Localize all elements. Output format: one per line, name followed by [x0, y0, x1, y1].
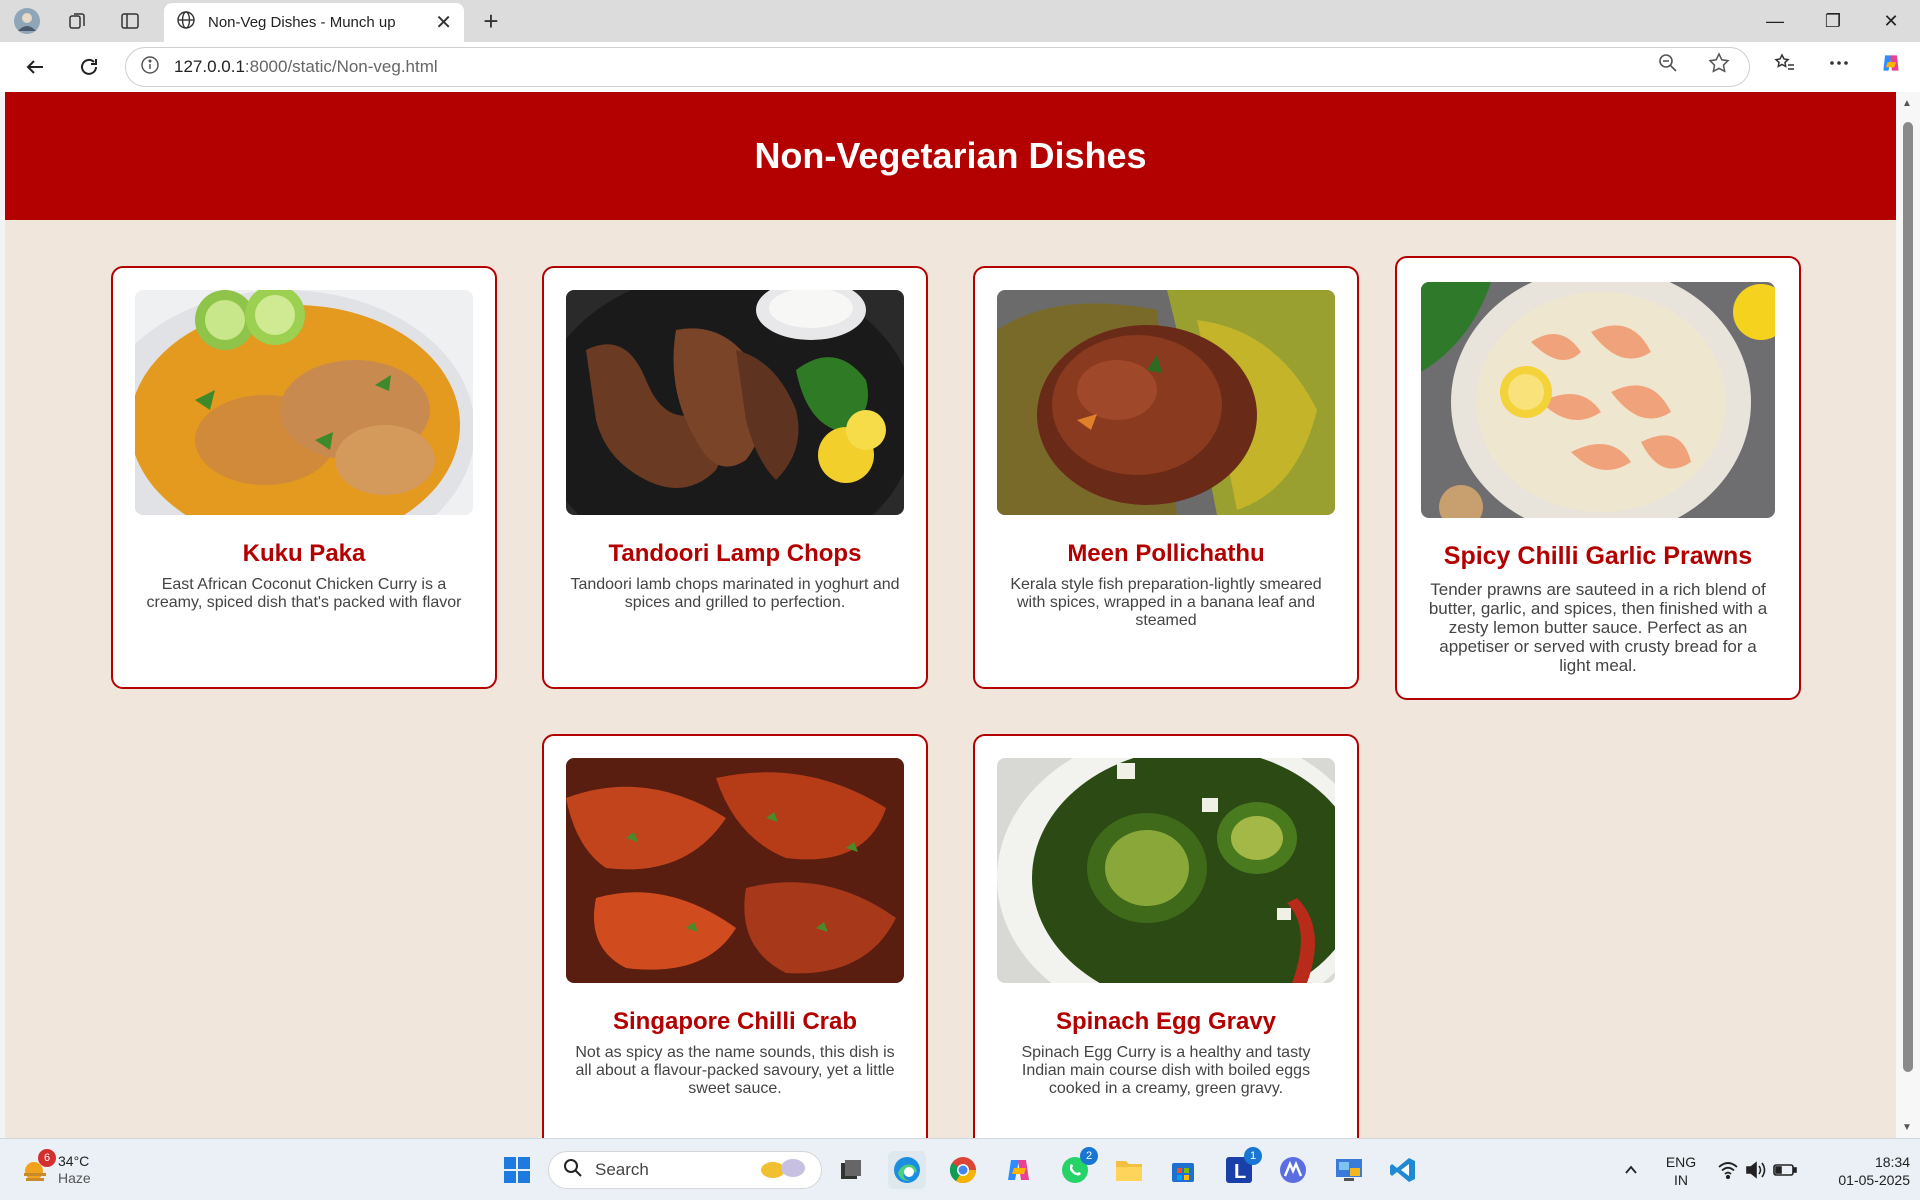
dish-image: [566, 290, 904, 515]
weather-temp: 34°C: [58, 1153, 90, 1169]
dish-card[interactable]: Spicy Chilli Garlic Prawns Tender prawns…: [1395, 256, 1801, 700]
scroll-up-icon[interactable]: ▲: [1902, 98, 1912, 109]
new-tab-icon[interactable]: +: [476, 6, 506, 36]
dish-description: Spinach Egg Curry is a healthy and tasty…: [1021, 1044, 1311, 1097]
file-explorer-icon[interactable]: [1110, 1151, 1148, 1189]
dish-card[interactable]: Kuku Paka East African Coconut Chicken C…: [111, 266, 497, 689]
dish-description: East African Coconut Chicken Curry is a …: [146, 576, 462, 611]
scroll-thumb[interactable]: [1903, 122, 1913, 1072]
weather-desc: Haze: [58, 1170, 91, 1186]
back-icon[interactable]: [20, 52, 50, 82]
dish-name: Spicy Chilli Garlic Prawns: [1443, 542, 1753, 570]
dish-image: [1421, 282, 1775, 518]
clock[interactable]: 18:34 01-05-2025: [1810, 1153, 1910, 1189]
whatsapp-badge: 2: [1080, 1147, 1098, 1165]
dish-name: Singapore Chilli Crab: [612, 1008, 858, 1035]
store-icon[interactable]: [1164, 1151, 1202, 1189]
zoom-icon[interactable]: [1657, 52, 1679, 74]
url-field[interactable]: 127.0.0.1:8000/static/Non-veg.html: [125, 47, 1750, 87]
dish-name: Meen Pollichathu: [1067, 540, 1265, 567]
profile-icon[interactable]: [12, 6, 42, 36]
search-label: Search: [595, 1160, 649, 1179]
volume-icon[interactable]: [1742, 1151, 1770, 1189]
browser-tab-bar: Non-Veg Dishes - Munch up ✕ + — ❐ ✕: [0, 0, 1920, 42]
tray-chevron-icon[interactable]: [1614, 1151, 1648, 1189]
refresh-icon[interactable]: [74, 52, 104, 82]
minimize-icon[interactable]: —: [1746, 0, 1804, 42]
control-panel-icon[interactable]: [1330, 1151, 1368, 1189]
dish-card[interactable]: Singapore Chilli Crab Not as spicy as th…: [542, 734, 928, 1138]
whatsapp-icon[interactable]: 2: [1056, 1147, 1098, 1189]
restore-icon[interactable]: ❐: [1804, 0, 1862, 42]
svg-text:L: L: [1234, 1161, 1246, 1183]
copilot-app-icon[interactable]: [1000, 1151, 1038, 1189]
search-highlight-icon: [759, 1155, 809, 1186]
page-viewport: Non-Vegetarian Dishes Kuku Paka East Afr…: [5, 92, 1896, 1138]
more-icon[interactable]: [1828, 52, 1850, 74]
page-header: Non-Vegetarian Dishes: [5, 92, 1896, 220]
vpn-app-icon[interactable]: [1274, 1151, 1312, 1189]
tab-actions-icon[interactable]: [115, 6, 145, 36]
language-indicator[interactable]: ENG IN: [1660, 1153, 1702, 1189]
window-close-icon[interactable]: ✕: [1862, 0, 1920, 42]
dish-card[interactable]: Tandoori Lamp Chops Tandoori lamb chops …: [542, 266, 928, 689]
favorites-icon[interactable]: [1774, 52, 1796, 74]
dish-card[interactable]: Spinach Egg Gravy Spinach Egg Curry is a…: [973, 734, 1359, 1138]
start-icon[interactable]: [498, 1151, 536, 1189]
dish-name: Spinach Egg Gravy: [1055, 1008, 1277, 1035]
dish-description: Not as spicy as the name sounds, this di…: [575, 1044, 895, 1097]
tab-active[interactable]: Non-Veg Dishes - Munch up ✕: [164, 3, 464, 42]
edge-icon[interactable]: [888, 1151, 926, 1189]
windows-taskbar: 6 34°C Haze Search 2 L 1 ENG IN 18:34 01…: [0, 1138, 1920, 1200]
dish-image: [566, 758, 904, 983]
chrome-icon[interactable]: [944, 1151, 982, 1189]
dish-image: [135, 290, 473, 515]
address-bar-row: 127.0.0.1:8000/static/Non-veg.html: [0, 42, 1920, 92]
globe-icon: [176, 10, 196, 35]
vscode-icon[interactable]: [1384, 1151, 1422, 1189]
copilot-icon[interactable]: [1880, 52, 1902, 74]
dish-description: Kerala style fish preparation-lightly sm…: [1010, 576, 1322, 629]
task-view-icon[interactable]: [832, 1151, 870, 1189]
taskbar-search[interactable]: Search: [548, 1151, 822, 1189]
weather-badge: 6: [38, 1149, 56, 1167]
page-scrollbar[interactable]: ▲ ▼: [1896, 92, 1920, 1138]
weather-icon: 6: [20, 1149, 56, 1185]
collections-icon[interactable]: [62, 6, 92, 36]
dish-image: [997, 758, 1335, 983]
dish-card[interactable]: Meen Pollichathu Kerala style fish prepa…: [973, 266, 1359, 689]
star-icon[interactable]: [1708, 52, 1730, 74]
tab-title: Non-Veg Dishes - Munch up: [208, 14, 396, 31]
dish-image: [997, 290, 1335, 515]
page-title: Non-Vegetarian Dishes: [754, 135, 1147, 176]
wifi-icon[interactable]: [1714, 1151, 1742, 1189]
dish-description: Tender prawns are sauteed in a rich blen…: [1428, 580, 1768, 675]
app-badge: 1: [1244, 1147, 1262, 1165]
close-icon[interactable]: ✕: [435, 10, 452, 35]
l-app-icon[interactable]: L 1: [1220, 1147, 1262, 1189]
url-text: 127.0.0.1:8000/static/Non-veg.html: [174, 57, 438, 76]
search-icon: [563, 1158, 583, 1183]
dish-name: Tandoori Lamp Chops: [608, 540, 862, 567]
dish-description: Tandoori lamb chops marinated in yoghurt…: [570, 576, 900, 611]
info-icon[interactable]: [140, 55, 160, 80]
scroll-down-icon[interactable]: ▼: [1902, 1122, 1912, 1133]
dish-name: Kuku Paka: [242, 540, 366, 567]
battery-icon[interactable]: [1770, 1151, 1800, 1189]
weather-widget[interactable]: 6 34°C Haze: [20, 1149, 120, 1189]
